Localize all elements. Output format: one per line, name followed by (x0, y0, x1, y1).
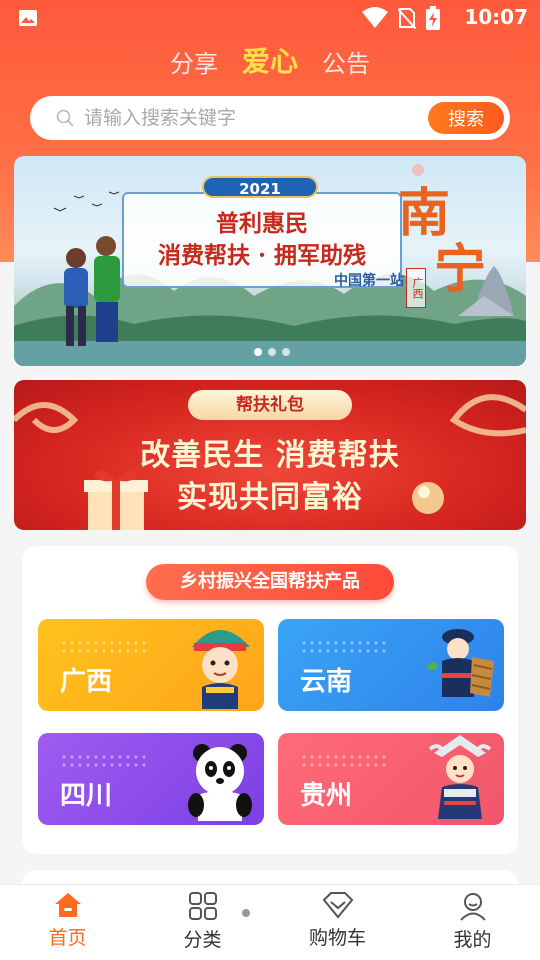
panda-icon (188, 744, 252, 821)
status-bar: 10:07 (0, 0, 540, 36)
home-icon (54, 893, 81, 917)
nav-label: 我的 (453, 929, 492, 951)
banner-headline-2: 消费帮扶 · 拥军助残 (157, 242, 367, 269)
tile-guizhou[interactable]: 贵州 (278, 733, 504, 825)
tab-notice[interactable]: 公告 (322, 44, 370, 80)
search-input[interactable] (84, 107, 428, 129)
gift-pack-headline-1: 改善民生 消费帮扶 (140, 438, 400, 473)
gift-pack-tag: 帮扶礼包 (188, 390, 352, 420)
gallery-icon (19, 10, 37, 26)
tile-label: 云南 (300, 667, 353, 697)
guizhou-character-icon (428, 735, 492, 819)
tile-label: 贵州 (300, 781, 353, 811)
banner-city-char-1: 南 (398, 183, 451, 244)
dot-pattern (300, 753, 390, 769)
nav-cart[interactable]: 购物车 (270, 885, 405, 960)
wifi-icon (362, 7, 388, 28)
notification-dot (242, 909, 250, 917)
products-title: 乡村振兴全国帮扶产品 (146, 564, 394, 600)
gift-pack-headline-2: 实现共同富裕 (177, 480, 363, 515)
clock: 10:07 (464, 5, 528, 29)
guangxi-character-icon (192, 630, 250, 709)
tile-label: 广西 (60, 667, 113, 697)
banner-headline-1: 普利惠民 (216, 210, 308, 237)
carousel-dot (254, 348, 262, 356)
banner-city-char-2: 宁 (434, 239, 487, 300)
carousel-indicator (254, 348, 290, 356)
banner-province-seal: 广西 (406, 268, 426, 308)
gift-pack-banner[interactable]: 帮扶礼包 改善民生 消费帮扶 实现共同富裕 (14, 380, 526, 530)
yunnan-character-icon (426, 629, 494, 697)
battery-charging-icon (426, 6, 440, 30)
banner-year: 2021 (202, 176, 318, 198)
grid-icon (188, 892, 217, 920)
nav-label: 购物车 (308, 927, 366, 949)
carousel-dot (282, 348, 290, 356)
user-icon (459, 893, 486, 921)
banner-subline: 中国第一站 (334, 273, 404, 289)
search-button[interactable]: 搜索 (428, 102, 504, 134)
banner-carousel[interactable]: 2021 普利惠民 消费帮扶 · 拥军助残 中国第一站 南 宁 广西 (14, 156, 526, 366)
nav-label: 分类 (183, 929, 222, 951)
nav-home[interactable]: 首页 (0, 885, 135, 960)
dot-pattern (300, 639, 390, 655)
carousel-dot (268, 348, 276, 356)
tab-share[interactable]: 分享 (170, 44, 218, 80)
search-icon (56, 109, 74, 127)
dot-pattern (60, 639, 150, 655)
diamond-cart-icon (322, 892, 353, 919)
nav-label: 首页 (48, 927, 87, 949)
tile-label: 四川 (60, 781, 113, 811)
tile-guangxi[interactable]: 广西 (38, 619, 264, 711)
nav-category[interactable]: 分类 (135, 885, 270, 960)
tab-charity[interactable]: 爱心 (242, 40, 298, 80)
tile-yunnan[interactable]: 云南 (278, 619, 504, 711)
bottom-navigation: 首页 分类 购物车 我的 (0, 884, 540, 960)
nav-profile[interactable]: 我的 (405, 885, 540, 960)
dot-pattern (60, 753, 150, 769)
tile-sichuan[interactable]: 四川 (38, 733, 264, 825)
top-tabs: 分享 爱心 公告 (0, 44, 540, 80)
search-bar: 搜索 (30, 96, 510, 140)
no-sim-icon (398, 8, 416, 29)
products-card: 乡村振兴全国帮扶产品 广西 云南 四川 贵州 (22, 546, 518, 854)
